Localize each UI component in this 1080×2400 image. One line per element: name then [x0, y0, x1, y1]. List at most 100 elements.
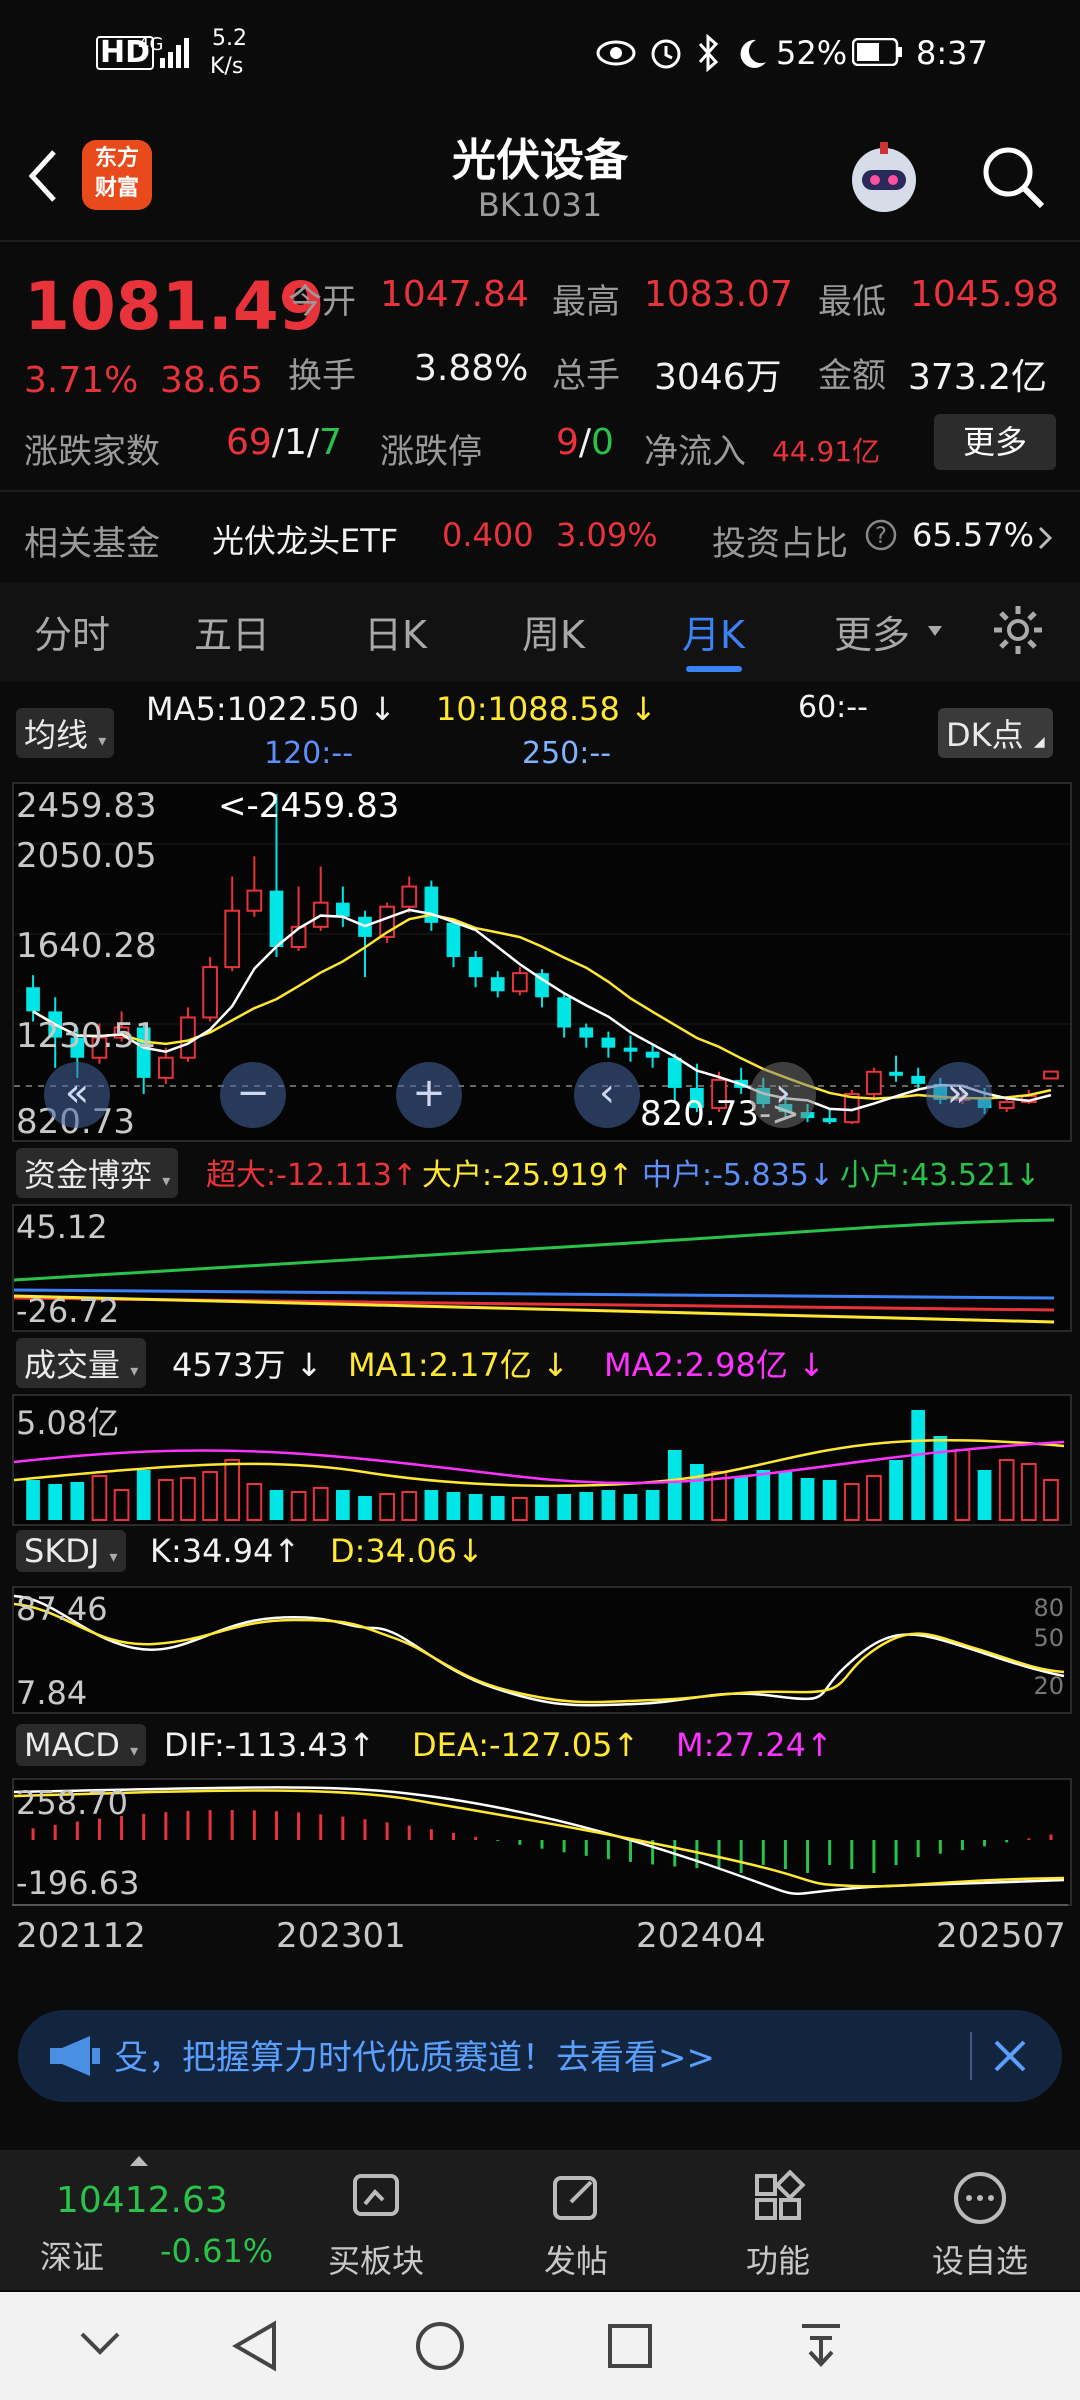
- volume-bar: [379, 1493, 395, 1521]
- post-button[interactable]: 发帖: [506, 2168, 646, 2282]
- volume-current: 4573万 ↓: [172, 1346, 323, 1384]
- fund-label: 相关基金: [24, 524, 160, 564]
- post-label: 发帖: [543, 2242, 608, 2280]
- current-price: 1081.49: [24, 268, 325, 345]
- bottom-toolbar: 10412.63 深证 -0.61% 买板块 发帖 功能 设自选: [0, 2150, 1080, 2290]
- skdj-chip-label: SKDJ: [24, 1532, 100, 1570]
- more-button[interactable]: 更多: [934, 414, 1056, 470]
- macd-chip[interactable]: MACD ▾: [16, 1724, 147, 1766]
- help-icon[interactable]: ?: [864, 518, 898, 552]
- functions-button[interactable]: 功能: [708, 2168, 848, 2282]
- status-bar: HD 4G 5.2 K/s 52% 8:37: [0, 0, 1080, 110]
- skdj-k: K:34.94↑: [150, 1532, 301, 1570]
- volume-chart[interactable]: 5.08亿: [12, 1394, 1072, 1526]
- volume-bar: [557, 1494, 571, 1520]
- limit-counts: 9/0: [556, 422, 614, 463]
- volume-bar: [667, 1450, 682, 1520]
- fundflow-chip-label: 资金博弈: [24, 1156, 153, 1194]
- volume-bar: [269, 1490, 284, 1520]
- tab-monthly-k[interactable]: 月K: [682, 604, 745, 659]
- nav-download-icon[interactable]: [796, 2320, 846, 2372]
- tab-five-day[interactable]: 五日: [194, 604, 270, 659]
- chevron-right-icon[interactable]: [1036, 524, 1056, 552]
- turnover-label: 换手: [288, 356, 356, 396]
- scroll-far-right-button[interactable]: »: [926, 1062, 992, 1128]
- macd-chip-label: MACD: [24, 1726, 120, 1764]
- tab-intraday[interactable]: 分时: [34, 604, 110, 659]
- tab-weekly-k[interactable]: 周K: [522, 604, 585, 659]
- volume-bar: [579, 1492, 594, 1520]
- volume-bar: [866, 1475, 882, 1521]
- dk-point-button[interactable]: DK点 ◢: [938, 708, 1053, 758]
- add-watchlist-button[interactable]: 设自选: [910, 2168, 1050, 2282]
- inflow-label: 净流入: [644, 432, 746, 472]
- nav-home-icon[interactable]: [414, 2320, 466, 2372]
- updown-counts: 69/1/7: [226, 422, 342, 463]
- functions-label: 功能: [745, 2242, 810, 2280]
- promo-banner[interactable]: 殳，把握算力时代优质赛道！去看看>>: [18, 2010, 1062, 2102]
- kline-axis-4: 1230.51: [16, 1016, 157, 1056]
- settings-gear-icon[interactable]: [990, 602, 1046, 658]
- banner-divider: [970, 2032, 972, 2080]
- volume-bar: [424, 1490, 439, 1520]
- skdj-axis-bottom: 7.84: [16, 1674, 88, 1712]
- macd-axis-top: 258.70: [16, 1784, 128, 1822]
- moon-icon: [740, 39, 766, 68]
- nav-back-icon[interactable]: [230, 2320, 280, 2372]
- index-name[interactable]: 深证: [40, 2232, 104, 2278]
- zoom-out-button[interactable]: −: [220, 1062, 286, 1128]
- skdj-chip[interactable]: SKDJ ▾: [16, 1530, 126, 1572]
- close-icon[interactable]: [990, 2036, 1030, 2076]
- candle-body: [246, 889, 263, 912]
- volume-axis-top: 5.08亿: [16, 1404, 120, 1442]
- macd-dea-line: [14, 1789, 1065, 1888]
- macd-dea-text: DEA:-127.05: [412, 1726, 613, 1764]
- fund-name[interactable]: 光伏龙头ETF: [212, 516, 398, 562]
- scroll-far-left-button[interactable]: «: [44, 1062, 110, 1128]
- volume-bar: [535, 1496, 549, 1520]
- max-price-label: <-2459.83: [218, 786, 400, 826]
- candle-body: [424, 886, 439, 923]
- volume-bar: [933, 1436, 948, 1520]
- kline-chart[interactable]: 2459.83 2050.05 1640.28 1230.51 820.73 <…: [12, 782, 1072, 1142]
- fundflow-small-text: 小户:43.521: [840, 1158, 1016, 1193]
- fundflow-chart[interactable]: 45.12 -26.72: [12, 1204, 1072, 1332]
- volume-bar: [998, 1459, 1015, 1521]
- candle-body: [446, 922, 461, 958]
- date-label-1: 202112: [16, 1916, 146, 1956]
- nav-recents-icon[interactable]: [606, 2322, 654, 2370]
- limit-up-count: 9: [556, 422, 579, 463]
- active-tab-indicator: [686, 666, 742, 672]
- ma-chip[interactable]: 均线 ▾: [16, 708, 115, 758]
- volume-chip[interactable]: 成交量 ▾: [16, 1338, 147, 1388]
- robot-assistant-icon[interactable]: [842, 136, 926, 220]
- buy-board-button[interactable]: 买板块: [306, 2168, 446, 2282]
- volume-bar: [224, 1459, 241, 1521]
- turnover-value: 3.88%: [414, 348, 529, 389]
- net-speed-value: 5.2: [212, 26, 247, 51]
- search-icon[interactable]: [978, 142, 1048, 212]
- date-label-4: 202507: [936, 1916, 1066, 1956]
- nav-collapse-icon[interactable]: [78, 2328, 122, 2358]
- candle-body: [157, 1056, 174, 1079]
- down-count: 7: [319, 422, 342, 463]
- macd-dif-text: DIF:-113.43: [164, 1726, 349, 1764]
- period-tabs: 分时 五日 日K 周K 月K 更多: [0, 582, 1080, 682]
- fundflow-super-text: 超大:-12.113: [206, 1158, 392, 1193]
- ma10-text: 10:1088.58: [436, 690, 620, 728]
- scroll-left-button[interactable]: ‹: [574, 1062, 640, 1128]
- tab-more[interactable]: 更多: [834, 604, 910, 659]
- svg-text:?: ?: [875, 524, 887, 549]
- scroll-right-button[interactable]: ›: [750, 1062, 816, 1128]
- skdj-ref-50: 50: [1033, 1624, 1064, 1652]
- index-value[interactable]: 10412.63: [56, 2180, 228, 2221]
- alarm-icon: [651, 39, 681, 69]
- ma5-value: MA5:1022.50 ↓: [146, 690, 396, 728]
- volume-bar: [290, 1491, 307, 1521]
- kline-axis-3: 1640.28: [16, 926, 157, 966]
- skdj-chart[interactable]: 87.46 7.84 80 50 20: [12, 1586, 1072, 1714]
- fundflow-chip[interactable]: 资金博弈 ▾: [16, 1148, 179, 1198]
- macd-chart[interactable]: 258.70 -196.63: [12, 1778, 1072, 1906]
- tab-daily-k[interactable]: 日K: [364, 604, 427, 659]
- zoom-in-button[interactable]: +: [396, 1062, 462, 1128]
